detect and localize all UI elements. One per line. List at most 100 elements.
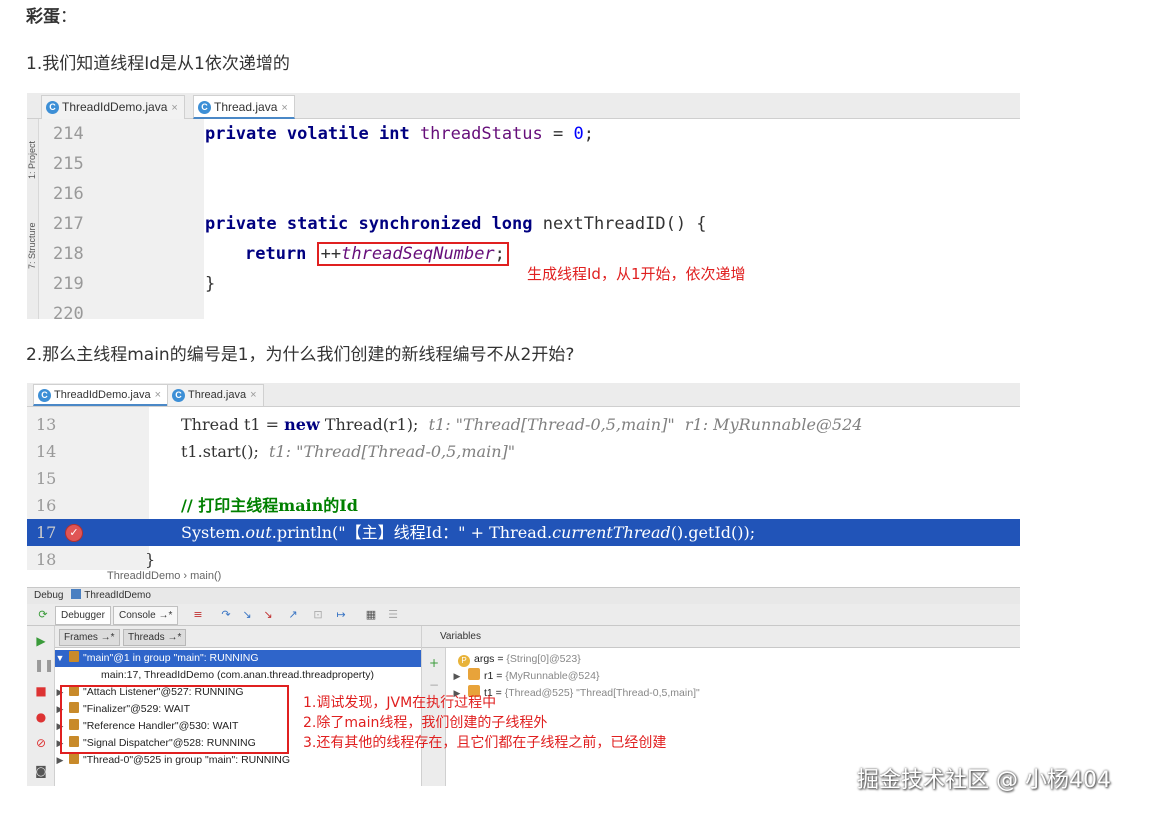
line-number: 214 xyxy=(53,124,84,144)
line-number: 217 xyxy=(53,214,84,234)
close-icon[interactable]: × xyxy=(171,102,177,114)
variable-icon xyxy=(468,668,480,680)
run-to-cursor-icon[interactable]: ↦ xyxy=(335,609,347,621)
code-line: 14 t1.start(); t1: "Thread[Thread-0,5,ma… xyxy=(27,438,1020,465)
java-class-icon: C xyxy=(172,389,185,402)
code-line: 16 // 打印主线程main的Id xyxy=(27,492,1020,519)
line-number: 216 xyxy=(53,184,84,204)
code-comment: // 打印主线程main的Id xyxy=(181,496,358,515)
camera-icon[interactable]: ◙ xyxy=(34,764,48,778)
debug-window-title: Debug ThreadIdDemo xyxy=(27,587,1020,604)
annotation-line-2: 2.除了main线程，我们创建的子线程外 xyxy=(303,715,548,731)
new-watch-icon[interactable]: + xyxy=(427,656,441,670)
code-line: 218 return ++threadSeqNumber; xyxy=(27,239,1020,269)
easter-egg-heading: 彩蛋： xyxy=(26,2,77,27)
editor-tab-bar: C ThreadIdDemo.java × C Thread.java × xyxy=(27,93,1020,119)
java-class-icon: C xyxy=(46,101,59,114)
mute-breakpoints-icon[interactable]: ⊘ xyxy=(34,736,48,750)
line-number: 215 xyxy=(53,154,84,174)
code-line: 13 Thread t1 = new Thread(r1); t1: "Thre… xyxy=(27,411,1020,438)
line-number: 13 xyxy=(36,415,57,434)
breakpoint-icon[interactable]: ✓ xyxy=(65,524,83,542)
show-execution-point-icon[interactable]: ≡ xyxy=(192,609,204,621)
java-class-icon: C xyxy=(38,389,51,402)
frames-threads-tabs: Frames →* Threads →* xyxy=(55,626,421,648)
remove-watch-icon[interactable]: − xyxy=(427,678,441,692)
tab-frames[interactable]: Frames →* xyxy=(59,629,120,646)
step-over-icon[interactable]: ↷ xyxy=(220,609,232,621)
line-number: 16 xyxy=(36,496,57,515)
inline-debug-value: t1: "Thread[Thread-0,5,main]" r1: MyRunn… xyxy=(418,415,863,434)
step-out-icon[interactable]: ↗ xyxy=(287,609,299,621)
line-number: 219 xyxy=(53,274,84,294)
debug-config-icon xyxy=(71,589,82,599)
view-breakpoints-icon[interactable]: ● xyxy=(34,710,48,724)
code-line: 214 private volatile int threadStatus = … xyxy=(27,119,1020,149)
step-into-icon[interactable]: ↘ xyxy=(241,609,253,621)
line-number: 220 xyxy=(53,304,84,319)
system-threads-highlight-box xyxy=(60,685,289,754)
thread-icon xyxy=(69,753,79,764)
easter-egg-colon: ： xyxy=(60,7,77,27)
tab-thread-java[interactable]: C Thread.java × xyxy=(193,95,295,119)
easter-egg-label: 彩蛋 xyxy=(26,7,60,27)
debug-config-name[interactable]: ThreadIdDemo xyxy=(84,590,151,601)
tab-threadiddemo[interactable]: C ThreadIdDemo.java × xyxy=(41,95,185,119)
debugger-screenshot: C ThreadIdDemo.java × C Thread.java × 13 Thr… xyxy=(27,383,1020,786)
close-icon[interactable]: × xyxy=(250,389,256,401)
code-line: 219 } xyxy=(27,269,1020,299)
breadcrumb[interactable]: ThreadIdDemo › main() xyxy=(107,570,221,582)
code-line: 18 } xyxy=(27,546,1020,573)
rerun-icon[interactable]: ⟳ xyxy=(37,609,49,621)
annotation-seq-id: 生成线程Id，从1开始，依次递增 xyxy=(527,265,746,283)
variables-header: Variables xyxy=(422,626,1020,648)
code-line: 15 xyxy=(27,465,1020,492)
evaluate-expression-icon[interactable]: ▦ xyxy=(365,609,377,621)
chevron-right-icon[interactable]: ▶ xyxy=(452,668,462,685)
thread-row[interactable]: ▶ "Thread-0"@525 in group "main": RUNNING xyxy=(55,752,421,769)
debug-side-actions: ▶ ❚❚ ■ ● ⊘ ◙ xyxy=(27,626,55,786)
java-class-icon: C xyxy=(198,101,211,114)
code-line: 215 xyxy=(27,149,1020,179)
code-line: 220 xyxy=(27,299,1020,319)
editor-tab-bar: C ThreadIdDemo.java × C Thread.java × xyxy=(27,383,1020,407)
tab-threads[interactable]: Threads →* xyxy=(123,629,187,646)
variable-row[interactable]: Pargs = {String[0]@523} xyxy=(452,651,581,668)
watermark: 掘金技术社区 @ 小杨404 xyxy=(857,768,1111,793)
tab-thread-java[interactable]: C Thread.java × xyxy=(167,384,264,406)
parameter-icon: P xyxy=(458,655,470,667)
trace-icon[interactable]: ☰ xyxy=(387,609,399,621)
close-icon[interactable]: × xyxy=(155,389,161,401)
point-2-text: 2.那么主线程main的编号是1，为什么我们创建的新线程编号不从2开始? xyxy=(26,345,575,365)
close-icon[interactable]: × xyxy=(281,102,287,114)
line-number: 218 xyxy=(53,244,84,264)
line-number: 17 xyxy=(36,523,57,542)
annotation-line-3: 3.还有其他的线程存在，且它们都在子线程之前，已经创建 xyxy=(303,735,667,751)
tab-debugger[interactable]: Debugger xyxy=(55,606,111,625)
debug-toolbar: ⟳ Debugger Console →* ≡ ↷ ↘ ↘ ↗ ⊡ ↦ ▦ ☰ xyxy=(27,604,1020,626)
thread-icon xyxy=(69,651,79,662)
current-execution-line: 17 ✓ System.out.println("【主】线程Id：" + Thr… xyxy=(27,519,1020,546)
tab-threadiddemo[interactable]: C ThreadIdDemo.java × xyxy=(33,384,169,406)
stop-icon[interactable]: ■ xyxy=(34,684,48,698)
thread-row-main[interactable]: ▼ "main"@1 in group "main": RUNNING xyxy=(55,650,421,667)
point-1-text: 1.我们知道线程Id是从1依次递增的 xyxy=(26,54,290,74)
stack-frame-row[interactable]: main:17, ThreadIdDemo (com.anan.thread.t… xyxy=(55,667,421,684)
drop-frame-icon[interactable]: ⊡ xyxy=(312,609,324,621)
pause-icon[interactable]: ❚❚ xyxy=(34,658,54,672)
line-number: 14 xyxy=(36,442,57,461)
code-area[interactable]: 214 private volatile int threadStatus = … xyxy=(27,119,1020,319)
line-number: 15 xyxy=(36,469,57,488)
inline-debug-value: t1: "Thread[Thread-0,5,main]" xyxy=(258,442,516,461)
tab-console[interactable]: Console →* xyxy=(113,606,179,625)
resume-icon[interactable]: ▶ xyxy=(34,634,48,648)
code-line: 217 private static synchronized long nex… xyxy=(27,209,1020,239)
thread-java-screenshot: C ThreadIdDemo.java × C Thread.java × 1: Pro… xyxy=(27,93,1020,319)
chevron-down-icon[interactable]: ▼ xyxy=(55,650,65,667)
chevron-right-icon[interactable]: ▶ xyxy=(55,752,65,769)
annotation-line-1: 1.调试发现，JVM在执行过程中 xyxy=(303,695,497,711)
highlight-box: ++threadSeqNumber; xyxy=(316,242,509,266)
variable-row[interactable]: ▶ r1 = {MyRunnable@524} xyxy=(452,668,599,685)
force-step-into-icon[interactable]: ↘ xyxy=(262,609,274,621)
code-line: 216 xyxy=(27,179,1020,209)
